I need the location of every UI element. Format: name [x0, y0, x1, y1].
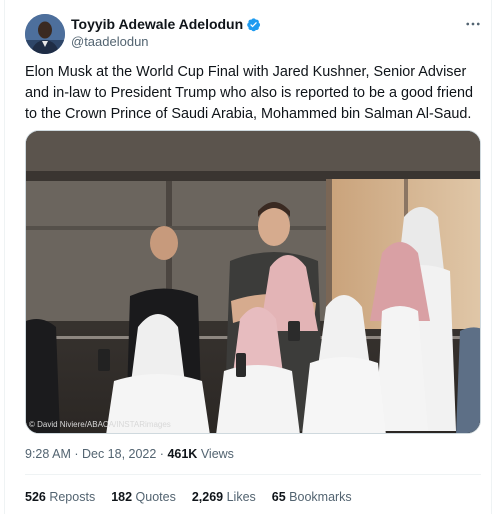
likes-label: Likes [223, 490, 256, 504]
divider [25, 474, 481, 475]
avatar[interactable] [25, 14, 65, 54]
likes-count: 2,269 [191, 490, 224, 504]
avatar-image [25, 14, 65, 54]
author-handle[interactable]: @taadelodun [71, 34, 149, 50]
bookmarks-count: 65 [271, 490, 286, 504]
more-horizontal-icon [466, 22, 480, 26]
author-name[interactable]: Toyyib Adewale Adelodun [71, 16, 261, 33]
photo-credit: © David Niviere/ABACA/INSTARimages [29, 420, 171, 429]
views-label: Views [197, 447, 234, 461]
more-options-button[interactable] [461, 14, 485, 34]
stadium-box-photo [26, 131, 480, 433]
reposts-label: Reposts [45, 490, 96, 504]
reposts-count: 526 [25, 490, 46, 504]
quotes-count: 182 [111, 490, 133, 504]
quotes-stat[interactable]: 182 Quotes [111, 489, 176, 505]
tweet-meta: 9:28 AM · Dec 18, 2022 · 461K Views [25, 446, 234, 462]
quotes-label: Quotes [132, 490, 176, 504]
tweet-photo[interactable]: © David Niviere/ABACA/INSTARimages [25, 130, 481, 434]
tweet-text: Elon Musk at the World Cup Final with Ja… [25, 64, 473, 122]
tweet-stats: 526 Reposts 182 Quotes 2,269 Likes 65 Bo… [25, 489, 352, 505]
author-display-name[interactable]: Toyyib Adewale Adelodun [71, 16, 243, 33]
views-count: 461K [167, 447, 198, 461]
reposts-stat[interactable]: 526 Reposts [25, 489, 95, 505]
verified-badge-icon [246, 17, 261, 32]
bookmarks-label: Bookmarks [285, 490, 352, 504]
tweet-card: Toyyib Adewale Adelodun @taadelodun Elon… [4, 0, 492, 514]
bookmarks-stat[interactable]: 65 Bookmarks [272, 489, 352, 505]
likes-stat[interactable]: 2,269 Likes [192, 489, 256, 505]
tweet-timestamp[interactable]: 9:28 AM · Dec 18, 2022 · [25, 447, 167, 461]
